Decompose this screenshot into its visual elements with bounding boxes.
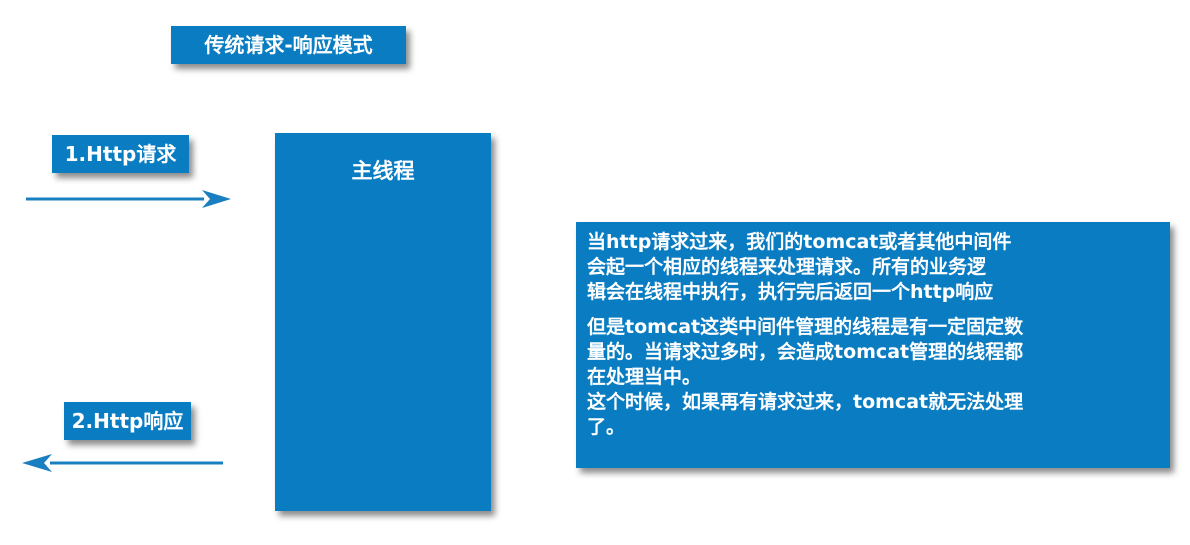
main-thread-label: 主线程 [351, 159, 415, 183]
request-arrowhead [202, 190, 231, 208]
note-paragraph-1: 当http请求过来，我们的tomcat或者其他中间件 会起一个相应的线程来处理请… [587, 231, 1012, 303]
request-arrow [26, 190, 231, 208]
http-response-label: 2.Http响应 [64, 402, 191, 440]
note-paragraph-2: 但是tomcat这类中间件管理的线程是有一定固定数 量的。当请求过多时，会造成t… [587, 316, 1024, 438]
response-arrowhead [22, 454, 52, 472]
response-arrow [22, 454, 223, 472]
http-request-label: 1.Http请求 [52, 135, 189, 173]
main-thread-box: 主线程 [275, 133, 491, 511]
explanation-note: 当http请求过来，我们的tomcat或者其他中间件 会起一个相应的线程来处理请… [576, 222, 1170, 468]
diagram-title: 传统请求-响应模式 [171, 26, 406, 64]
